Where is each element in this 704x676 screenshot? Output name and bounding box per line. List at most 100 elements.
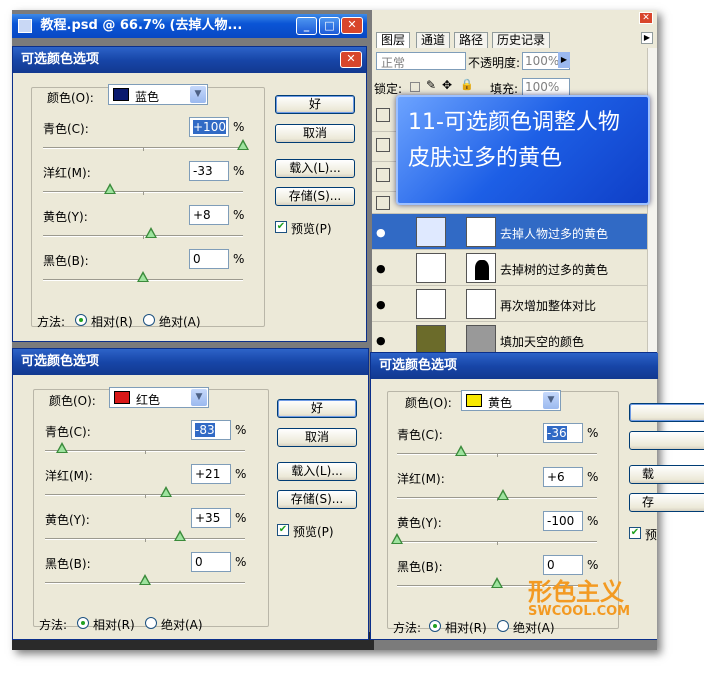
cancel-button[interactable]: 取消 <box>275 124 355 143</box>
yellow-input[interactable]: +35 <box>191 508 231 528</box>
blend-mode-select[interactable]: 正常 <box>376 52 466 70</box>
tab-paths[interactable]: 路径 <box>454 32 489 48</box>
magenta-input[interactable]: +21 <box>191 464 231 484</box>
percent-sign: % <box>235 511 247 525</box>
relative-radio[interactable] <box>77 617 89 629</box>
cyan-label: 青色(C): <box>45 425 91 439</box>
close-icon[interactable]: ✕ <box>639 12 653 24</box>
black-input[interactable]: 0 <box>191 552 231 572</box>
save-button[interactable]: 存储(S)... <box>277 490 357 509</box>
ok-button[interactable]: 好 <box>275 95 355 114</box>
layer-row[interactable]: ● 去掉树的过多的黄色 <box>372 250 647 286</box>
black-input[interactable]: 0 <box>189 249 229 269</box>
percent-sign: % <box>587 470 599 484</box>
lock-transparency-icon[interactable] <box>410 82 420 92</box>
yellow-slider-thumb[interactable] <box>391 533 403 544</box>
layer-mask-thumbnail <box>466 253 496 283</box>
eye-icon[interactable]: ● <box>376 334 386 347</box>
tree-mask-shape <box>475 260 489 280</box>
ok-button[interactable] <box>629 403 704 422</box>
magenta-slider-thumb[interactable] <box>104 183 116 194</box>
slider-center-tick <box>497 542 498 545</box>
layer-visibility-box[interactable] <box>376 138 390 152</box>
absolute-radio[interactable] <box>145 617 157 629</box>
lock-move-icon[interactable]: ✥ <box>442 78 452 92</box>
percent-sign: % <box>587 426 599 440</box>
relative-radio[interactable] <box>429 620 441 632</box>
magenta-input[interactable]: +6 <box>543 467 583 487</box>
absolute-radio[interactable] <box>143 314 155 326</box>
save-button[interactable]: 存 <box>629 493 704 512</box>
black-slider-thumb[interactable] <box>491 577 503 588</box>
color-select[interactable]: 红色 ▼ <box>109 387 209 408</box>
layer-name: 去掉人物过多的黄色 <box>500 227 609 241</box>
yellow-slider-thumb[interactable] <box>174 530 186 541</box>
chevron-down-icon[interactable]: ▼ <box>543 392 559 409</box>
method-label: 方法: <box>393 621 422 635</box>
load-button[interactable]: 载入(L)... <box>275 159 355 178</box>
cyan-slider-thumb[interactable] <box>455 445 467 456</box>
yellow-input[interactable]: +8 <box>189 205 229 225</box>
load-button[interactable]: 载入(L)... <box>277 462 357 481</box>
preview-checkbox[interactable]: ✔ <box>275 221 287 233</box>
dialog-title-text: 可选颜色选项 <box>21 52 100 67</box>
yellow-label: 黄色(Y): <box>397 516 442 530</box>
cancel-button[interactable] <box>629 431 704 450</box>
panel-menu-icon[interactable]: ▶ <box>641 32 653 44</box>
eye-icon[interactable]: ● <box>376 262 386 275</box>
percent-sign: % <box>233 164 245 178</box>
close-icon[interactable]: ✕ <box>341 17 363 34</box>
minimize-icon[interactable]: _ <box>296 17 317 35</box>
photoshop-doc-icon <box>18 18 32 33</box>
cyan-slider-thumb[interactable] <box>237 139 249 150</box>
cyan-input[interactable]: -36 <box>543 423 583 443</box>
layer-visibility-box[interactable] <box>376 108 390 122</box>
blend-mode-value: 正常 <box>381 56 406 70</box>
preview-checkbox[interactable]: ✔ <box>277 524 289 536</box>
eye-icon[interactable]: ● <box>376 298 386 311</box>
eye-icon[interactable]: ● <box>376 226 386 239</box>
fill-input[interactable]: 100% <box>522 78 570 96</box>
lock-all-icon[interactable]: 🔒 <box>460 78 474 91</box>
preview-label: 预览(P) <box>291 222 332 236</box>
cyan-slider-thumb[interactable] <box>56 442 68 453</box>
yellow-slider-thumb[interactable] <box>145 227 157 238</box>
color-select[interactable]: 黄色 ▼ <box>461 390 561 411</box>
magenta-input[interactable]: -33 <box>189 161 229 181</box>
load-button[interactable]: 载 <box>629 465 704 484</box>
black-label: 黑色(B): <box>45 557 91 571</box>
percent-sign: % <box>233 120 245 134</box>
cyan-input[interactable]: +100 <box>189 117 229 137</box>
lock-paint-icon[interactable]: ✎ <box>426 78 436 92</box>
fill-value: 100% <box>525 80 560 94</box>
layer-row[interactable]: ● 再次增加整体对比 <box>372 286 647 322</box>
tab-channels[interactable]: 通道 <box>416 32 451 48</box>
magenta-slider-thumb[interactable] <box>497 489 509 500</box>
ok-button[interactable]: 好 <box>277 399 357 418</box>
chevron-down-icon[interactable]: ▼ <box>190 86 206 103</box>
maximize-icon[interactable]: □ <box>319 17 340 35</box>
cancel-button[interactable]: 取消 <box>277 428 357 447</box>
cyan-input[interactable]: -83 <box>191 420 231 440</box>
color-select[interactable]: 蓝色 ▼ <box>108 84 208 105</box>
black-slider-thumb[interactable] <box>137 271 149 282</box>
tab-layers[interactable]: 图层 <box>376 32 411 48</box>
tab-history[interactable]: 历史记录 <box>492 32 551 48</box>
magenta-slider-thumb[interactable] <box>160 486 172 497</box>
relative-radio[interactable] <box>75 314 87 326</box>
layer-visibility-box[interactable] <box>376 196 390 210</box>
slider-center-tick <box>143 236 144 239</box>
absolute-radio[interactable] <box>497 620 509 632</box>
yellow-input[interactable]: -100 <box>543 511 583 531</box>
opacity-arrow-icon[interactable]: ▶ <box>558 52 570 68</box>
layer-mask-thumbnail <box>466 325 496 355</box>
close-icon[interactable]: ✕ <box>340 51 362 68</box>
layer-name: 再次增加整体对比 <box>500 299 597 313</box>
black-slider-thumb[interactable] <box>139 574 151 585</box>
document-window-titlebar[interactable]: 教程.psd @ 66.7% (去掉人物... _ □ ✕ <box>12 14 367 38</box>
preview-checkbox[interactable]: ✔ <box>629 527 641 539</box>
layer-row[interactable]: ● 去掉人物过多的黄色 <box>372 214 647 250</box>
layer-visibility-box[interactable] <box>376 168 390 182</box>
chevron-down-icon[interactable]: ▼ <box>191 389 207 406</box>
save-button[interactable]: 存储(S)... <box>275 187 355 206</box>
